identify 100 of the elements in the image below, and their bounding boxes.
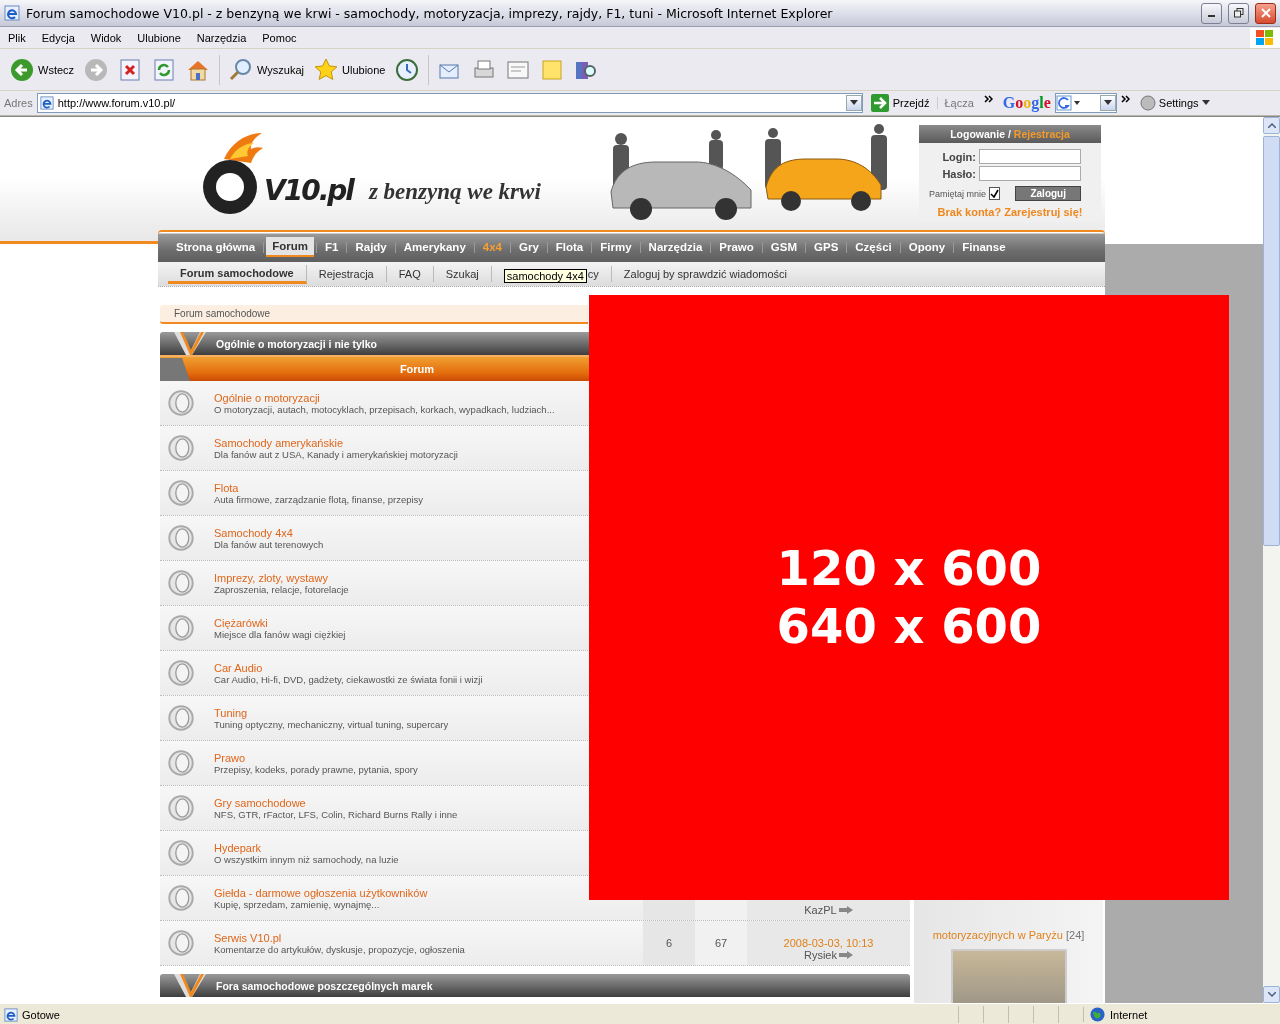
nav-tab[interactable]: Flota	[549, 238, 590, 256]
status-text: Gotowe	[22, 1008, 60, 1021]
breadcrumb[interactable]: Forum samochodowe	[160, 305, 588, 324]
section-title: Ogólnie o motoryzacji i nie tylko	[216, 337, 378, 350]
forum-link[interactable]: Serwis V10.pl	[214, 931, 465, 944]
address-field[interactable]: http://www.forum.v10.pl/	[36, 93, 863, 113]
column-header: Forum	[398, 363, 436, 375]
go-button[interactable]: Przejdź	[866, 94, 934, 112]
search-button[interactable]: Wyszukaj	[225, 54, 309, 85]
subnav-link[interactable]: cy	[586, 266, 612, 282]
menu-item[interactable]: Narzędzia	[188, 31, 255, 44]
last-post-author[interactable]: KazPL	[804, 904, 837, 916]
windows-logo-icon	[1256, 29, 1274, 46]
links-label[interactable]: Łącza	[937, 97, 980, 109]
tire-icon	[168, 570, 194, 596]
nav-tab[interactable]: Gry	[512, 238, 545, 256]
note-icon	[540, 57, 565, 82]
remember-checkbox[interactable]	[989, 187, 1001, 200]
nav-tab[interactable]: Finanse	[956, 238, 1012, 256]
back-button[interactable]: Wstecz	[6, 54, 79, 85]
chevron-icon[interactable]	[1120, 95, 1130, 103]
forum-description: Car Audio, Hi-fi, DVD, gadżety, ciekawostki ze świata fonii i wizji	[214, 673, 483, 685]
forum-link[interactable]: Samochody 4x4	[214, 526, 324, 539]
login-button[interactable]: Zaloguj	[1015, 186, 1081, 201]
window-title: Forum samochodowe V10.pl - z benzyną we krwi - samochody, motoryzacja, imprezy, rajdy, F1, tuni - Microsoft Internet Explorer	[26, 5, 834, 21]
restore-button[interactable]	[1228, 2, 1249, 24]
nav-tab[interactable]: Części	[849, 238, 898, 256]
tire-icon	[168, 705, 194, 731]
scrollbar-thumb[interactable]	[1263, 136, 1280, 546]
remember-label: Pamiętaj mnie	[929, 188, 987, 199]
close-button[interactable]	[1255, 2, 1276, 24]
arrow-icon[interactable]	[838, 906, 853, 914]
tire-icon	[168, 795, 194, 821]
nav-tab[interactable]: Strona główna	[170, 238, 262, 256]
close-icon	[1260, 8, 1271, 18]
caret-icon	[1267, 992, 1276, 997]
scroll-up-button[interactable]	[1263, 117, 1280, 134]
search-field[interactable]	[1054, 93, 1117, 113]
minimize-icon	[1208, 15, 1215, 17]
dropdown-button[interactable]	[1099, 95, 1116, 111]
dropdown-button[interactable]	[845, 95, 862, 111]
nav-tab[interactable]: Forum	[266, 237, 314, 257]
forum-link[interactable]: Ciężarówki	[214, 616, 346, 629]
menu-item[interactable]: Edycja	[33, 31, 83, 44]
clock-icon	[395, 57, 420, 82]
password-label: Hasło:	[942, 167, 976, 180]
forum-link[interactable]: Car Audio	[214, 661, 483, 674]
forum-description: O wszystkim innym niż samochody, na luzie	[214, 853, 399, 865]
nav-tab[interactable]: Opony	[902, 238, 952, 256]
forum-link[interactable]: Gry samochodowe	[214, 796, 458, 809]
tooltip: samochody 4x4	[503, 268, 587, 283]
nav-tab[interactable]: F1	[319, 238, 345, 256]
forum-link[interactable]: Ogólnie o motoryzacji	[214, 391, 555, 404]
nav-tab[interactable]: Prawo	[713, 238, 760, 256]
password-field[interactable]	[979, 166, 1081, 181]
menu-item[interactable]: Plik	[0, 31, 34, 44]
stop-icon	[118, 57, 143, 82]
nav-tab[interactable]: Narzędzia	[642, 238, 709, 256]
menu-item[interactable]: Widok	[82, 31, 130, 44]
forum-link[interactable]: Prawo	[214, 751, 418, 764]
subnav-link[interactable]: Zaloguj by sprawdzić wiadomości	[611, 266, 800, 282]
nav-tab[interactable]: Firmy	[594, 238, 638, 256]
menu-item[interactable]: Ulubione	[129, 31, 189, 44]
subnav-link[interactable]: Szukaj	[433, 266, 492, 282]
nav-tab[interactable]: Rajdy	[349, 238, 393, 256]
menu-item[interactable]: Pomoc	[254, 31, 305, 44]
subnav-link[interactable]: Forum samochodowe	[168, 264, 307, 284]
scroll-down-button[interactable]	[1263, 986, 1280, 1003]
caret-icon	[1103, 100, 1112, 106]
security-zone: Internet	[1110, 1008, 1148, 1021]
favorites-button[interactable]: Ulubione	[310, 54, 390, 85]
last-post-author[interactable]: Rysiek	[804, 949, 837, 961]
arrow-icon[interactable]	[839, 951, 853, 959]
section-title: Fora samochodowe poszczególnych marek	[216, 979, 433, 992]
site-logo[interactable]: V10.pl	[264, 174, 353, 217]
circle-icon	[1139, 95, 1156, 111]
subnav-link[interactable]: Rejestracja	[306, 266, 387, 282]
minimize-button[interactable]	[1201, 2, 1222, 24]
settings-button[interactable]: Settings	[1133, 94, 1216, 112]
last-post-date[interactable]: 2008-03-03, 10:13	[783, 937, 874, 949]
google-logo: Google	[1001, 94, 1051, 112]
login-heading: Logowanie /	[950, 128, 1011, 140]
login-field[interactable]	[979, 149, 1081, 164]
nav-tab[interactable]: Amerykany	[397, 238, 472, 256]
subnav-link[interactable]: FAQ	[386, 266, 434, 282]
forum-link[interactable]: Hydepark	[214, 841, 399, 854]
forum-link[interactable]: Giełda - darmowe ogłoszenia użytkowników	[214, 886, 428, 899]
nav-tab[interactable]: GPS	[808, 238, 845, 256]
forum-link[interactable]: Flota	[214, 481, 424, 494]
topic-count: 6	[643, 921, 695, 965]
chevron-icon[interactable]	[983, 95, 993, 103]
forum-link[interactable]: Tuning	[214, 706, 449, 719]
login-label: Login:	[942, 150, 976, 163]
nav-tab[interactable]: GSM	[764, 238, 803, 256]
forum-description: Dla fanów aut terenowych	[214, 538, 324, 550]
forum-link[interactable]: Imprezy, zloty, wystawy	[214, 571, 349, 584]
forum-link[interactable]: Samochody amerykańskie	[214, 436, 458, 449]
site-tagline: z benzyną we krwi	[368, 179, 541, 206]
ad-banner[interactable]: 120 x 600 640 x 600	[589, 295, 1229, 900]
post-count: 67	[695, 921, 747, 965]
